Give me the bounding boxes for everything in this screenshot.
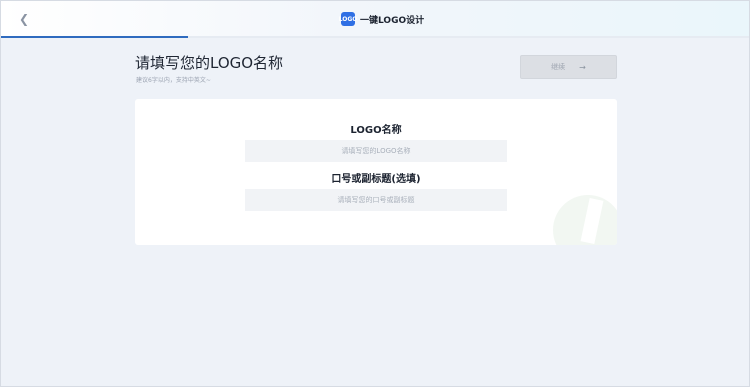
chevron-left-icon: ❮ [18,12,30,26]
brand: LOGO 一键LOGO设计 [339,11,425,27]
page-title: 请填写您的LOGO名称 [135,54,284,72]
progress-track [1,36,749,38]
form-card: LOGO名称 口号或副标题(选填) [135,99,617,245]
brand-title: 一键LOGO设计 [360,15,425,26]
logo-name-label: LOGO名称 [350,125,402,136]
slogan-label: 口号或副标题(选填) [331,174,421,185]
arrow-right-icon: → [579,62,586,72]
slogan-input[interactable] [245,189,507,211]
brand-logo: LOGO [339,12,357,26]
top-bar: ❮ LOGO 一键LOGO设计 [1,1,749,37]
logo-name-input[interactable] [245,140,507,162]
page-subtitle: 建议6字以内，支持中英文~ [136,77,211,84]
continue-button[interactable]: 继续 → [520,55,617,79]
continue-label: 继续 [551,63,566,71]
progress-fill [1,36,188,38]
back-button[interactable]: ❮ [15,10,33,28]
